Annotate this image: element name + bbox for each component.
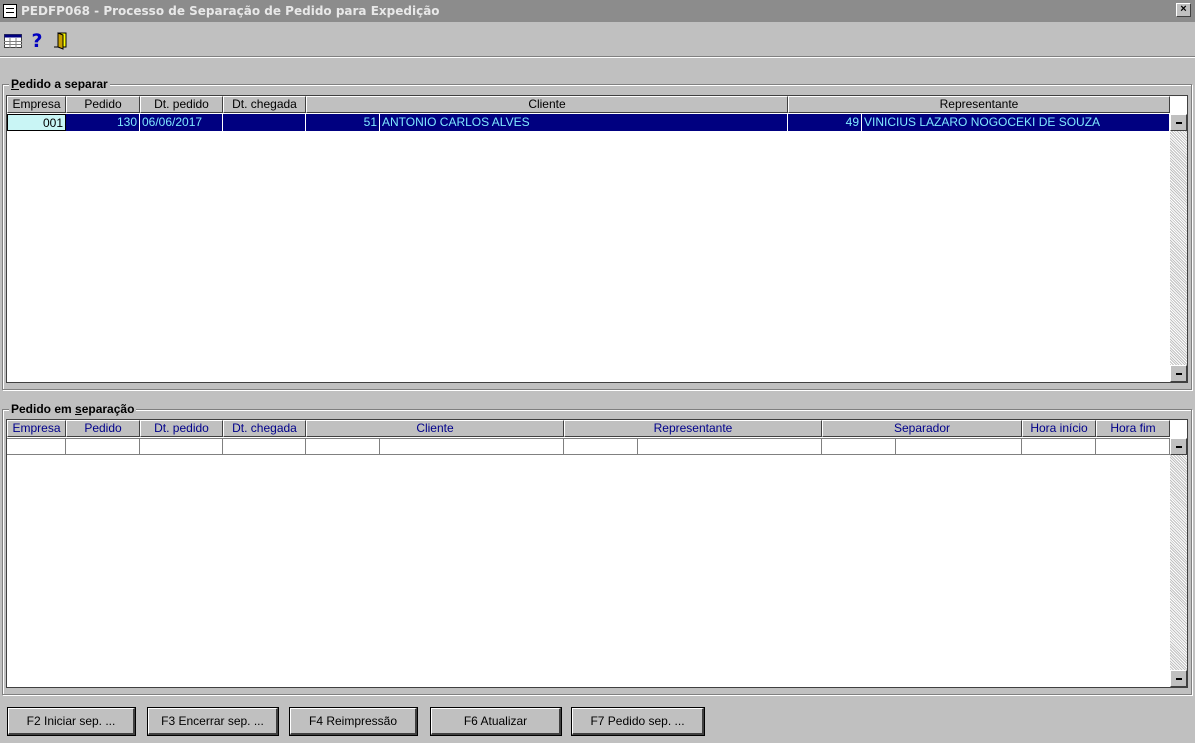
cell-cliente-nome[interactable]: ANTONIO CARLOS ALVES: [380, 114, 788, 131]
help-glyph: ?: [31, 30, 43, 52]
vertical-scrollbar[interactable]: [1170, 438, 1187, 687]
col-dt-chegada[interactable]: Dt. chegada: [223, 420, 306, 437]
cell-dt-chegada[interactable]: [223, 438, 306, 455]
window-title: PEDFP068 - Processo de Separação de Pedi…: [21, 4, 440, 18]
col-cliente[interactable]: Cliente: [306, 96, 788, 113]
grid-icon[interactable]: [2, 31, 24, 51]
cell-dt-chegada[interactable]: [223, 114, 306, 131]
cell-empresa[interactable]: 001: [7, 114, 66, 131]
cell-dt-pedido[interactable]: 06/06/2017: [140, 114, 223, 131]
col-representante[interactable]: Representante: [564, 420, 822, 437]
cell-pedido[interactable]: 130: [66, 114, 140, 131]
cell-hora-inicio[interactable]: [1022, 438, 1096, 455]
pedidos-a-separar-grid[interactable]: Empresa Pedido Dt. pedido Dt. chegada Cl…: [6, 95, 1188, 383]
vertical-scrollbar[interactable]: [1170, 114, 1187, 382]
table-row[interactable]: 001 130 06/06/2017 51 ANTONIO CARLOS ALV…: [7, 114, 1170, 131]
close-button[interactable]: ×: [1176, 3, 1191, 17]
scroll-up-button[interactable]: [1170, 114, 1187, 131]
scroll-up-button[interactable]: [1170, 438, 1187, 455]
cell-pedido[interactable]: [66, 438, 140, 455]
col-dt-chegada[interactable]: Dt. chegada: [223, 96, 306, 113]
cell-representante-nome[interactable]: VINICIUS LAZARO NOGOCEKI DE SOUZA: [862, 114, 1170, 131]
toolbar-separator: [0, 56, 1195, 58]
cell-cliente-codigo[interactable]: 51: [306, 114, 380, 131]
cell-empresa[interactable]: [7, 438, 66, 455]
cell-separador-nome[interactable]: [896, 438, 1022, 455]
cell-representante-codigo[interactable]: [564, 438, 638, 455]
col-hora-inicio[interactable]: Hora início: [1022, 420, 1096, 437]
help-icon[interactable]: ?: [26, 30, 48, 52]
encerrar-separacao-button[interactable]: F3 Encerrar sep. ...: [147, 707, 279, 736]
cell-dt-pedido[interactable]: [140, 438, 223, 455]
toolbar: ?: [0, 30, 1195, 52]
atualizar-button[interactable]: F6 Atualizar: [430, 707, 562, 736]
cell-representante-nome[interactable]: [638, 438, 822, 455]
col-cliente[interactable]: Cliente: [306, 420, 564, 437]
pedidos-em-separacao-grid[interactable]: Empresa Pedido Dt. pedido Dt. chegada Cl…: [6, 419, 1188, 688]
col-pedido[interactable]: Pedido: [66, 96, 140, 113]
group-legend-top: Pedido a separar: [9, 77, 110, 91]
cell-cliente-codigo[interactable]: [306, 438, 380, 455]
col-dt-pedido[interactable]: Dt. pedido: [140, 96, 223, 113]
exit-door-icon[interactable]: [50, 31, 72, 51]
cell-separador-codigo[interactable]: [822, 438, 896, 455]
iniciar-separacao-button[interactable]: F2 Iniciar sep. ...: [7, 707, 136, 736]
col-representante[interactable]: Representante: [788, 96, 1170, 113]
reimpressao-button[interactable]: F4 Reimpressão: [289, 707, 418, 736]
grid-header: Empresa Pedido Dt. pedido Dt. chegada Cl…: [7, 420, 1170, 437]
cell-hora-fim[interactable]: [1096, 438, 1170, 455]
col-hora-fim[interactable]: Hora fim: [1096, 420, 1170, 437]
col-separador[interactable]: Separador: [822, 420, 1022, 437]
pedido-separado-button[interactable]: F7 Pedido sep. ...: [571, 707, 705, 736]
title-bar: PEDFP068 - Processo de Separação de Pedi…: [0, 0, 1195, 22]
scroll-down-button[interactable]: [1170, 670, 1187, 687]
table-row[interactable]: [7, 438, 1170, 455]
cell-representante-codigo[interactable]: 49: [788, 114, 862, 131]
scroll-down-button[interactable]: [1170, 365, 1187, 382]
group-legend-bottom: Pedido em separação: [9, 402, 137, 416]
cell-cliente-nome[interactable]: [380, 438, 564, 455]
col-pedido[interactable]: Pedido: [66, 420, 140, 437]
col-empresa[interactable]: Empresa: [7, 420, 66, 437]
col-dt-pedido[interactable]: Dt. pedido: [140, 420, 223, 437]
col-empresa[interactable]: Empresa: [7, 96, 66, 113]
app-document-icon: [3, 4, 17, 18]
grid-header: Empresa Pedido Dt. pedido Dt. chegada Cl…: [7, 96, 1170, 113]
